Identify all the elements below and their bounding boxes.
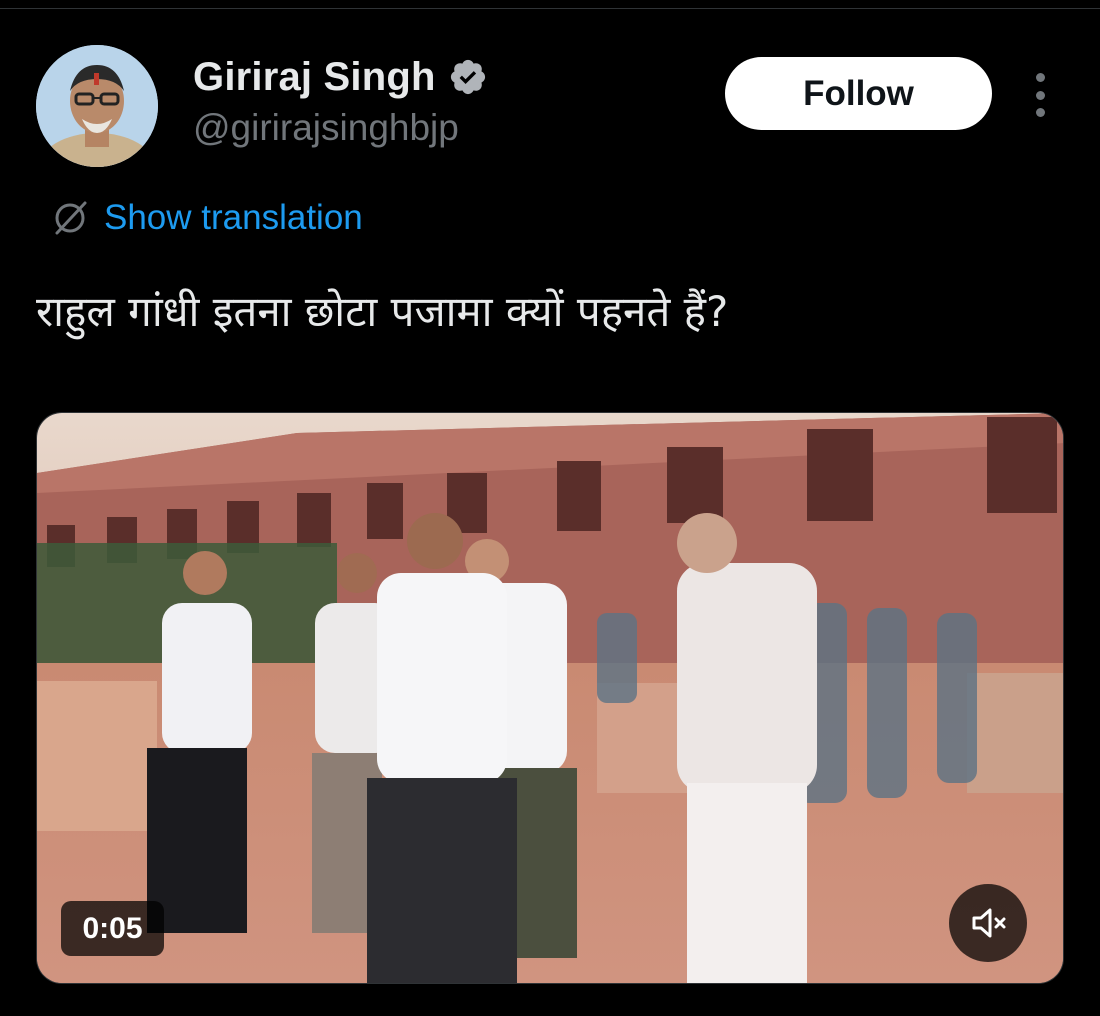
verified-badge-icon[interactable] <box>448 57 488 97</box>
top-divider <box>0 0 1100 9</box>
display-name-row: Giriraj Singh <box>193 53 488 101</box>
author-avatar[interactable] <box>36 45 158 167</box>
more-dot <box>1035 108 1045 117</box>
video-duration-badge: 0:05 <box>61 901 164 956</box>
video-player[interactable]: 0:05 <box>36 412 1064 984</box>
tweet-text: राहुल गांधी इतना छोटा पजामा क्यों पहनते … <box>36 287 729 336</box>
author-info: Giriraj Singh @girirajsinghbjp <box>193 53 488 149</box>
speaker-muted-icon[interactable] <box>949 884 1027 962</box>
show-translation-link[interactable]: Show translation <box>48 194 363 242</box>
follow-button[interactable]: Follow <box>725 57 992 130</box>
more-dot <box>1035 90 1045 100</box>
more-dot <box>1035 73 1045 82</box>
author-display-name[interactable]: Giriraj Singh <box>193 55 436 100</box>
translate-globe-icon <box>48 196 92 240</box>
more-vertical-icon[interactable] <box>1028 73 1052 117</box>
show-translation-label: Show translation <box>104 198 363 237</box>
author-handle[interactable]: @girirajsinghbjp <box>193 107 488 149</box>
video-frame <box>37 413 1063 983</box>
